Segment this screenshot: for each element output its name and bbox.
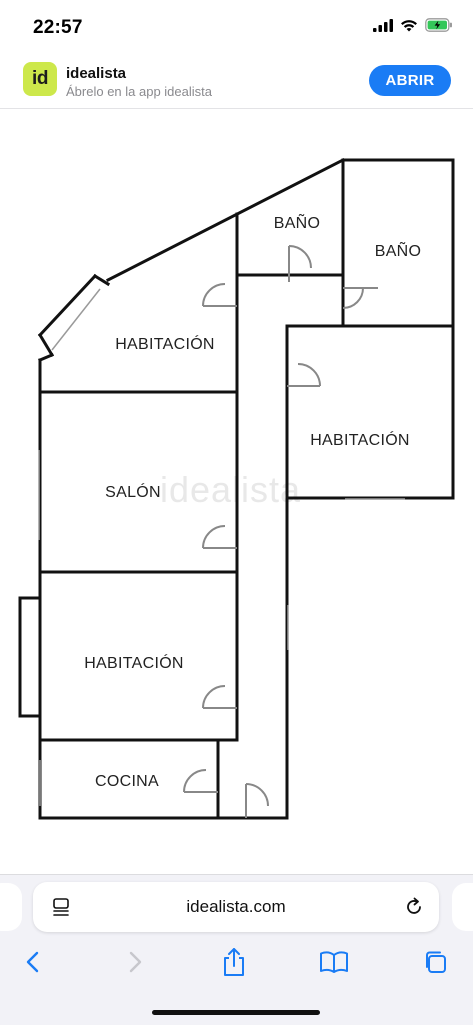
reload-icon[interactable] [403, 896, 425, 918]
status-time: 22:57 [33, 17, 83, 38]
next-tab-peek[interactable] [452, 883, 473, 931]
browser-toolbar [0, 937, 473, 987]
room-label-bano-2: BAÑO [375, 240, 422, 260]
floorplan-image[interactable]: idealista BAÑO BAÑO HABITACIÓN HABITACIÓ… [0, 109, 473, 874]
bookmarks-button[interactable] [317, 947, 351, 977]
room-label-salon: SALÓN [105, 482, 161, 501]
room-label-bano-1: BAÑO [274, 212, 321, 232]
forward-button[interactable] [118, 947, 152, 977]
room-label-habitacion-3: HABITACIÓN [84, 653, 184, 672]
tabs-button[interactable] [418, 947, 452, 977]
app-subtitle: Ábrelo en la app idealista [66, 84, 212, 99]
doors [183, 245, 378, 818]
previous-tab-peek[interactable] [0, 883, 22, 931]
tabs-icon [426, 951, 446, 973]
wifi-icon [401, 19, 417, 31]
forward-icon [129, 951, 142, 973]
back-button[interactable] [16, 947, 50, 977]
app-name: idealista [66, 65, 127, 82]
room-label-habitacion-1: HABITACIÓN [115, 334, 215, 353]
watermark: idealista [160, 469, 301, 510]
status-icons [373, 18, 453, 32]
browser-bottom-bar: idealista.com [0, 874, 473, 1025]
room-label-habitacion-2: HABITACIÓN [310, 430, 410, 449]
smart-app-banner: id idealista Ábrelo en la app idealista … [0, 56, 473, 108]
idealista-app-logo[interactable]: id [23, 62, 57, 96]
cellular-signal-icon [373, 18, 393, 32]
address-bar[interactable]: idealista.com [33, 882, 439, 932]
bookmarks-icon [320, 951, 348, 973]
back-icon [26, 951, 39, 973]
share-button[interactable] [217, 947, 251, 977]
room-label-cocina: COCINA [95, 773, 159, 790]
floorplan-drawing: idealista BAÑO BAÑO HABITACIÓN HABITACIÓ… [18, 157, 455, 820]
share-icon [224, 948, 244, 976]
battery-charging-icon [425, 18, 452, 32]
status-bar: 22:57 [0, 0, 473, 56]
url-text: idealista.com [186, 897, 286, 916]
home-indicator[interactable] [152, 1010, 320, 1015]
open-app-button[interactable]: ABRIR [369, 65, 451, 96]
